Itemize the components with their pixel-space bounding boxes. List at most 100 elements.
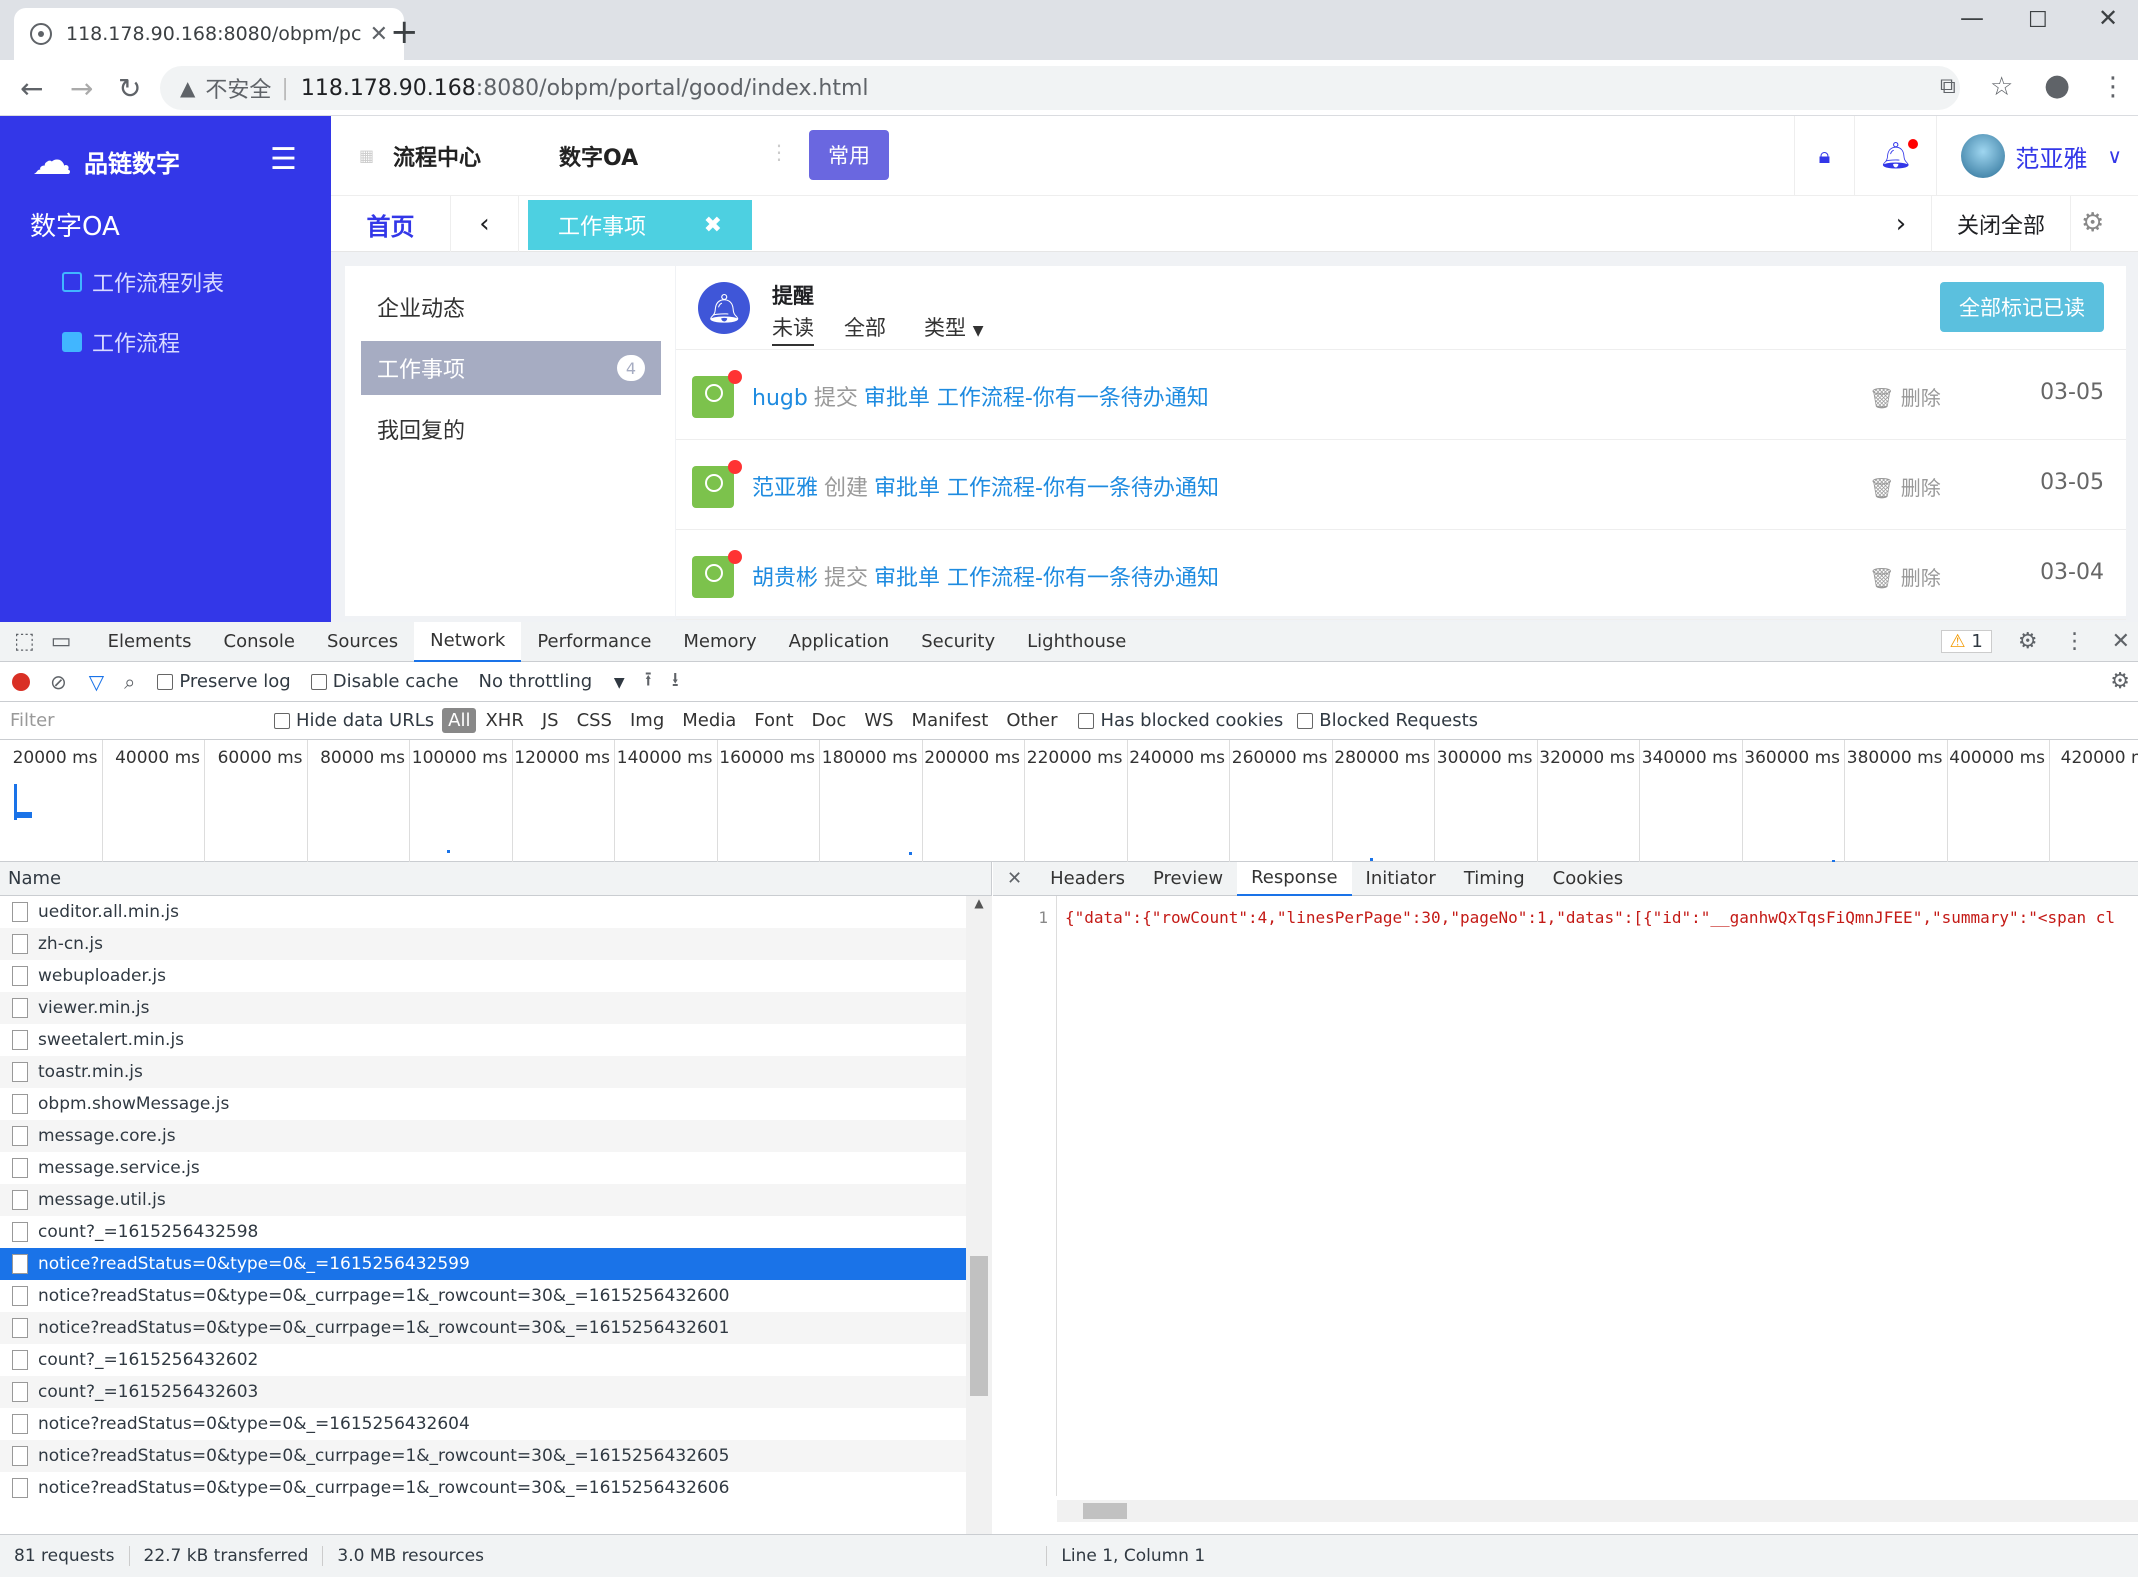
close-window-icon[interactable]: ✕ xyxy=(2098,4,2118,32)
maximize-icon[interactable]: ☐ xyxy=(2028,8,2048,33)
browser-tab[interactable]: 118.178.90.168:8080/obpm/pc ✕ xyxy=(14,8,404,60)
profile-icon[interactable]: ● xyxy=(2044,68,2070,103)
notice-link[interactable]: 审批单 工作流程-你有一条待办通知 xyxy=(874,566,1219,591)
inspect-icon[interactable]: ⬚ xyxy=(0,629,45,654)
request-row[interactable]: notice?readStatus=0&type=0&_currpage=1&_… xyxy=(0,1312,966,1344)
disable-cache-checkbox[interactable] xyxy=(310,673,327,690)
close-devtools-icon[interactable]: ✕ xyxy=(2112,629,2130,654)
reload-icon[interactable]: ↻ xyxy=(118,72,141,105)
tab-home[interactable]: 首页 xyxy=(331,196,451,252)
filter-type-ws[interactable]: WS xyxy=(855,710,902,731)
filter-type-xhr[interactable]: XHR xyxy=(476,710,532,731)
delete-button[interactable]: 🗑︎ 删除 xyxy=(1869,382,1941,411)
notice-row[interactable]: 范亚雅 创建 审批单 工作流程-你有一条待办通知 🗑︎ 删除 03-05 xyxy=(676,440,2126,530)
request-row[interactable]: notice?readStatus=0&type=0&_currpage=1&_… xyxy=(0,1440,966,1472)
devtools-tab-console[interactable]: Console xyxy=(208,622,311,662)
nav-process-center[interactable]: 流程中心 xyxy=(393,140,481,172)
throttling-select[interactable]: No throttling ▼ xyxy=(479,671,625,692)
minimize-icon[interactable]: — xyxy=(1960,4,1984,32)
forward-icon[interactable]: → xyxy=(70,72,93,105)
menu-toggle-icon[interactable]: ☰ xyxy=(270,142,297,177)
request-row[interactable]: message.util.js xyxy=(0,1184,966,1216)
hscroll-thumb[interactable] xyxy=(1083,1503,1127,1519)
nav-digital-oa[interactable]: 数字OA xyxy=(559,140,638,172)
request-row[interactable]: ueditor.all.min.js xyxy=(0,896,966,928)
request-row[interactable]: notice?readStatus=0&type=0&_=16152564325… xyxy=(0,1248,966,1280)
tab-prev-icon[interactable]: ‹ xyxy=(451,196,519,252)
bookmark-star-icon[interactable]: ☆ xyxy=(1990,72,2013,102)
filter-type-css[interactable]: CSS xyxy=(568,710,621,731)
type-dropdown[interactable]: 类型 ▼ xyxy=(924,312,983,342)
response-viewer[interactable]: 1 {"data":{"rowCount":4,"linesPerPage":3… xyxy=(993,896,2138,1522)
gear-icon[interactable]: ⚙ xyxy=(2081,208,2104,238)
request-row[interactable]: notice?readStatus=0&type=0&_=16152564326… xyxy=(0,1408,966,1440)
search-icon[interactable]: ⌕ xyxy=(124,670,135,694)
request-row[interactable]: obpm.showMessage.js xyxy=(0,1088,966,1120)
address-bar[interactable]: ▲ 不安全 | 118.178.90.168 :8080/obpm/portal… xyxy=(160,66,1960,110)
delete-button[interactable]: 🗑︎ 删除 xyxy=(1869,472,1941,501)
preserve-log-checkbox[interactable] xyxy=(157,673,174,690)
filter-type-media[interactable]: Media xyxy=(673,710,745,731)
common-button[interactable]: 常用 xyxy=(809,130,889,180)
request-row[interactable]: notice?readStatus=0&type=0&_currpage=1&_… xyxy=(0,1280,966,1312)
name-column-header[interactable]: Name xyxy=(0,862,991,896)
filter-input[interactable]: Filter xyxy=(4,706,254,735)
notice-link[interactable]: 审批单 工作流程-你有一条待办通知 xyxy=(864,386,1209,411)
devtools-tab-network[interactable]: Network xyxy=(414,621,522,662)
request-row[interactable]: message.core.js xyxy=(0,1120,966,1152)
tab-next-icon[interactable]: › xyxy=(1871,196,1931,252)
notice-user[interactable]: hugb xyxy=(752,386,808,411)
category-work-items[interactable]: 工作事项 4 xyxy=(361,341,661,395)
devtools-tab-lighthouse[interactable]: Lighthouse xyxy=(1011,622,1142,662)
notification-button[interactable]: 🔔︎ xyxy=(1854,116,1936,196)
detail-tab-response[interactable]: Response xyxy=(1237,861,1352,896)
sidebar-item-workflow-list[interactable]: 工作流程列表 xyxy=(62,266,224,298)
network-overview-timeline[interactable]: 20000 ms 40000 ms 60000 ms 80000 ms 100000 m… xyxy=(0,740,2138,863)
more-options-icon[interactable]: ⋮ xyxy=(2064,629,2086,654)
notice-user[interactable]: 胡贵彬 xyxy=(752,566,818,591)
close-detail-icon[interactable]: ✕ xyxy=(993,868,1036,889)
request-row[interactable]: notice?readStatus=0&type=0&_currpage=1&_… xyxy=(0,1472,966,1504)
request-row[interactable]: webuploader.js xyxy=(0,960,966,992)
request-row[interactable]: sweetalert.min.js xyxy=(0,1024,966,1056)
request-row[interactable]: viewer.min.js xyxy=(0,992,966,1024)
request-row[interactable]: zh-cn.js xyxy=(0,928,966,960)
filter-type-other[interactable]: Other xyxy=(997,710,1066,731)
detail-tab-preview[interactable]: Preview xyxy=(1139,862,1237,896)
browser-menu-icon[interactable]: ⋮ xyxy=(2100,72,2126,102)
close-all-button[interactable]: 关闭全部 xyxy=(1931,196,2071,252)
lock-button[interactable]: 🔒︎ xyxy=(1793,116,1855,196)
close-tab-icon[interactable]: ✖ xyxy=(704,213,722,238)
translate-icon[interactable]: ⧉ xyxy=(1940,74,1956,99)
devtools-tab-memory[interactable]: Memory xyxy=(667,622,772,662)
notice-row[interactable]: hugb 提交 审批单 工作流程-你有一条待办通知 🗑︎ 删除 03-05 xyxy=(676,350,2126,440)
devtools-tab-application[interactable]: Application xyxy=(773,622,906,662)
hide-data-urls-checkbox[interactable] xyxy=(274,712,290,729)
tab-work-items[interactable]: 工作事项 ✖ xyxy=(528,200,752,250)
warnings-badge[interactable]: ⚠ 1 xyxy=(1940,630,1992,653)
scrollbar-thumb[interactable] xyxy=(970,1256,988,1396)
user-menu[interactable]: 范亚雅 ∨ xyxy=(1936,116,2138,196)
filter-type-js[interactable]: JS xyxy=(533,710,568,731)
category-enterprise-news[interactable]: 企业动态 xyxy=(361,280,661,334)
tab-all[interactable]: 全部 xyxy=(844,312,886,342)
notice-row[interactable]: 胡贵彬 提交 审批单 工作流程-你有一条待办通知 🗑︎ 删除 03-04 xyxy=(676,530,2126,620)
delete-button[interactable]: 🗑︎ 删除 xyxy=(1869,562,1941,591)
settings-gear-icon[interactable]: ⚙ xyxy=(2018,629,2038,654)
request-row[interactable]: message.service.js xyxy=(0,1152,966,1184)
notice-user[interactable]: 范亚雅 xyxy=(752,476,818,501)
record-icon[interactable] xyxy=(12,672,30,691)
network-settings-icon[interactable]: ⚙ xyxy=(2110,669,2130,694)
request-row[interactable]: toastr.min.js xyxy=(0,1056,966,1088)
notice-link[interactable]: 审批单 工作流程-你有一条待办通知 xyxy=(874,476,1219,501)
sidebar-item-workflow[interactable]: 工作流程 xyxy=(62,326,180,358)
category-my-replies[interactable]: 我回复的 xyxy=(361,402,661,456)
devtools-tab-elements[interactable]: Elements xyxy=(92,622,208,662)
import-har-icon[interactable]: ⭱ xyxy=(645,665,652,699)
export-har-icon[interactable]: ⭳ xyxy=(672,665,679,699)
new-tab-button[interactable]: + xyxy=(390,12,419,52)
filter-type-doc[interactable]: Doc xyxy=(803,710,856,731)
detail-tab-cookies[interactable]: Cookies xyxy=(1539,862,1637,896)
scroll-up-icon[interactable]: ▲ xyxy=(966,896,992,910)
response-body[interactable]: {"data":{"rowCount":4,"linesPerPage":30,… xyxy=(1065,908,2138,927)
